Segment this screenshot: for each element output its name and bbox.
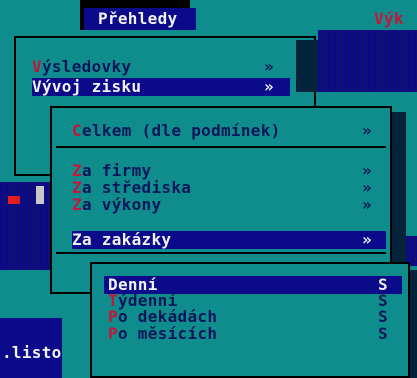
menu-level1-shadow xyxy=(296,40,318,92)
menu-item-label: a zakázky xyxy=(81,230,172,249)
menu-item-hotkey: Z xyxy=(72,195,82,214)
menu-item-label: elkem (dle podmínek) xyxy=(81,121,281,140)
menu-item-hotkey: P xyxy=(108,324,118,343)
menu-level2-separator-bottom xyxy=(56,252,386,254)
menu-item-celkem[interactable]: Celkem (dle podmínek) » xyxy=(72,122,384,140)
menu-item-za-vykony[interactable]: Za výkony » xyxy=(72,196,384,214)
submenu-arrow-icon: » xyxy=(264,77,274,96)
shortcut-indicator: S xyxy=(378,324,388,343)
dos-screen: Přehledy Výk .listo Výsledovky » Vývoj z… xyxy=(0,0,417,378)
background-panel-stripes xyxy=(318,30,417,92)
menu-item-vysledovky[interactable]: Výsledovky » xyxy=(32,58,282,76)
menu-item-za-zakazky[interactable]: Za zakázky » xyxy=(72,231,386,249)
status-fragment: .listo xyxy=(2,343,62,362)
menubar-right-fragment[interactable]: Výk xyxy=(374,10,404,28)
menu-item-hotkey: Z xyxy=(72,230,82,249)
menu-item-po-mesicich[interactable]: Po měsících S xyxy=(104,325,402,343)
submenu-arrow-icon: » xyxy=(264,57,274,76)
submenu-arrow-icon: » xyxy=(362,230,372,249)
menu-item-hotkey: V xyxy=(32,57,42,76)
submenu-arrow-icon: » xyxy=(362,195,372,214)
submenu-arrow-icon: » xyxy=(362,121,372,140)
menu-item-hotkey: V xyxy=(32,77,42,96)
menu-item-label: ývoj zisku xyxy=(41,77,142,96)
menu-item-label: o měsících xyxy=(117,324,218,343)
menu-level2-separator xyxy=(56,146,386,148)
red-marker xyxy=(8,196,20,204)
menu-item-label: ýsledovky xyxy=(41,57,132,76)
menubar-overview-label: Přehledy xyxy=(98,9,178,28)
scrollbar-thumb[interactable] xyxy=(36,186,44,204)
menu-item-label: a výkony xyxy=(81,195,162,214)
menubar-item-overview[interactable]: Přehledy xyxy=(84,8,196,30)
menu-item-vyvoj-zisku[interactable]: Vývoj zisku » xyxy=(32,78,290,96)
status-area: .listo xyxy=(0,318,62,378)
menu-item-hotkey: C xyxy=(72,121,82,140)
